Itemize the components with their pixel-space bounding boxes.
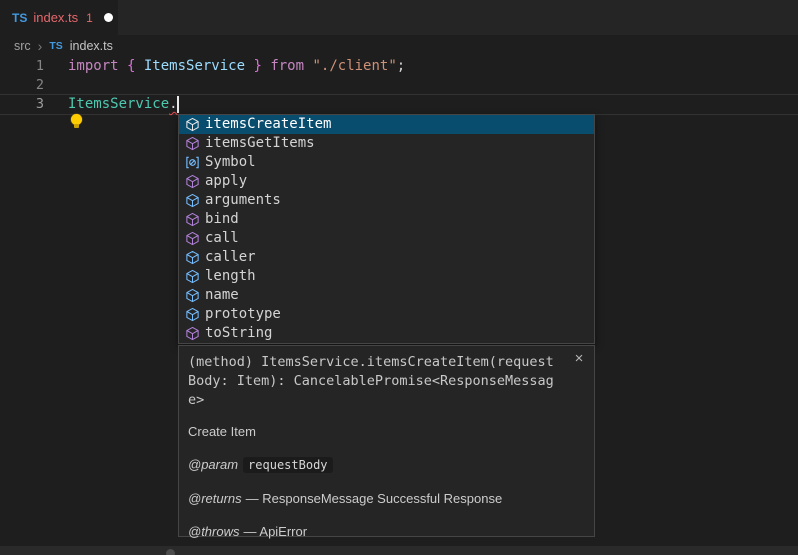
suggest-item[interactable]: name: [179, 286, 594, 305]
modified-indicator-icon[interactable]: [104, 13, 113, 22]
symbol-method-icon: [184, 326, 200, 342]
code-line[interactable]: 1 import { ItemsService } from "./client…: [0, 57, 798, 76]
lightbulb-icon[interactable]: [71, 114, 82, 125]
suggest-docs-panel: × (method) ItemsService.itemsCreateItem(…: [178, 345, 595, 537]
bottom-panel-strip: [0, 546, 798, 555]
docs-throws-line: @throws — ApiError: [188, 523, 585, 540]
ts-file-icon: TS: [49, 40, 62, 52]
symbol-field-icon: [184, 193, 200, 209]
lightbulb-quickfix[interactable]: [0, 76, 16, 95]
symbol-field-icon: [184, 288, 200, 304]
breadcrumb-filename[interactable]: index.ts: [70, 39, 113, 53]
throws-text: — ApiError: [244, 524, 308, 539]
symbol-method-icon: [184, 231, 200, 247]
suggest-item[interactable]: length: [179, 267, 594, 286]
breadcrumb: src › TS index.ts: [0, 35, 798, 57]
service-identifier: ItemsService: [68, 96, 169, 112]
docs-description: Create Item: [188, 424, 585, 440]
close-icon[interactable]: ×: [570, 350, 588, 368]
line-number: 3: [0, 95, 44, 114]
chevron-right-icon: ›: [38, 39, 43, 53]
imported-identifier: ItemsService: [144, 58, 245, 74]
breadcrumb-folder[interactable]: src: [14, 39, 31, 53]
suggest-item[interactable]: Symbol: [179, 153, 594, 172]
keyword-from: from: [270, 58, 312, 74]
close-brace: }: [245, 58, 270, 74]
symbol-field-icon: [184, 269, 200, 285]
suggest-item[interactable]: toString: [179, 324, 594, 343]
suggest-item[interactable]: prototype: [179, 305, 594, 324]
symbol-method-icon: [184, 136, 200, 152]
tab-bar: TS index.ts 1: [0, 0, 798, 35]
suggest-item[interactable]: call: [179, 229, 594, 248]
throws-tag: @throws: [188, 524, 240, 539]
panel-dot: [166, 549, 175, 555]
docs-param-line: @param requestBody: [188, 456, 585, 474]
docs-returns-line: @returns — ResponseMessage Successful Res…: [188, 490, 585, 507]
symbol-method-icon: [184, 117, 200, 133]
line-number: 1: [0, 57, 44, 76]
suggest-list[interactable]: itemsCreateItem itemsGetItems Symbol app…: [179, 115, 594, 343]
symbol-method-icon: [184, 212, 200, 228]
suggest-widget: itemsCreateItem itemsGetItems Symbol app…: [178, 114, 595, 344]
returns-tag: @returns: [188, 491, 242, 506]
method-signature: (method) ItemsService.itemsCreateItem(re…: [188, 353, 560, 410]
suggest-item[interactable]: arguments: [179, 191, 594, 210]
suggest-item[interactable]: apply: [179, 172, 594, 191]
semicolon: ;: [397, 58, 405, 74]
param-tag: @param: [188, 457, 238, 472]
symbol-field-icon: [184, 250, 200, 266]
suggest-item[interactable]: itemsCreateItem: [179, 115, 594, 134]
module-string: "./client": [312, 58, 396, 74]
open-brace: {: [127, 58, 144, 74]
param-value-chip: requestBody: [243, 457, 332, 473]
tab-index-ts[interactable]: TS index.ts 1: [0, 0, 118, 35]
returns-text: — ResponseMessage Successful Response: [246, 491, 503, 506]
tab-error-badge: 1: [86, 11, 93, 25]
suggest-item[interactable]: bind: [179, 210, 594, 229]
code-line[interactable]: 3 ItemsService.: [0, 95, 798, 114]
symbol-misc-icon: [184, 155, 200, 171]
text-cursor: [177, 96, 179, 113]
ts-file-icon: TS: [12, 11, 27, 25]
code-line[interactable]: 2: [0, 76, 798, 95]
suggest-item[interactable]: caller: [179, 248, 594, 267]
keyword-import: import: [68, 58, 127, 74]
symbol-field-icon: [184, 307, 200, 323]
suggest-item[interactable]: itemsGetItems: [179, 134, 594, 153]
symbol-method-icon: [184, 174, 200, 190]
tab-filename: index.ts: [33, 10, 78, 25]
